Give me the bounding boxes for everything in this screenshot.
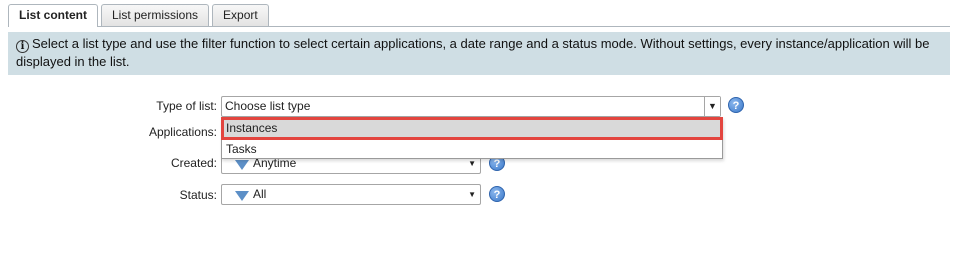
status-label: Status: [179,188,217,202]
applications-label: Applications: [148,125,217,139]
type-help-icon[interactable]: ? [728,97,744,113]
info-text: Select a list type and use the filter fu… [16,36,930,69]
status-help-icon[interactable]: ? [489,186,505,202]
created-label: Created: [170,156,217,170]
option-instances[interactable]: Instances [221,117,723,140]
tab-export[interactable]: Export [212,4,269,26]
status-select[interactable]: All ▼ [221,184,481,205]
status-value: All [253,187,267,201]
option-tasks[interactable]: Tasks [222,139,722,159]
info-icon: i [16,40,29,53]
filter-icon [235,160,249,170]
tab-divider [8,26,950,27]
filter-icon [235,191,249,201]
tab-bar: List content List permissions Export [8,4,272,27]
chevron-down-icon[interactable]: ▼ [704,97,720,116]
type-of-list-label: Type of list: [156,99,217,113]
type-of-list-value: Choose list type [225,99,311,113]
tab-list-permissions[interactable]: List permissions [101,4,210,26]
info-banner: i Select a list type and use the filter f… [8,32,950,75]
type-of-list-select[interactable]: Choose list type ▼ [221,96,721,117]
caret-down-icon: ▼ [468,190,476,199]
list-type-dropdown: Instances Tasks [221,117,723,159]
tab-list-content[interactable]: List content [8,4,98,27]
